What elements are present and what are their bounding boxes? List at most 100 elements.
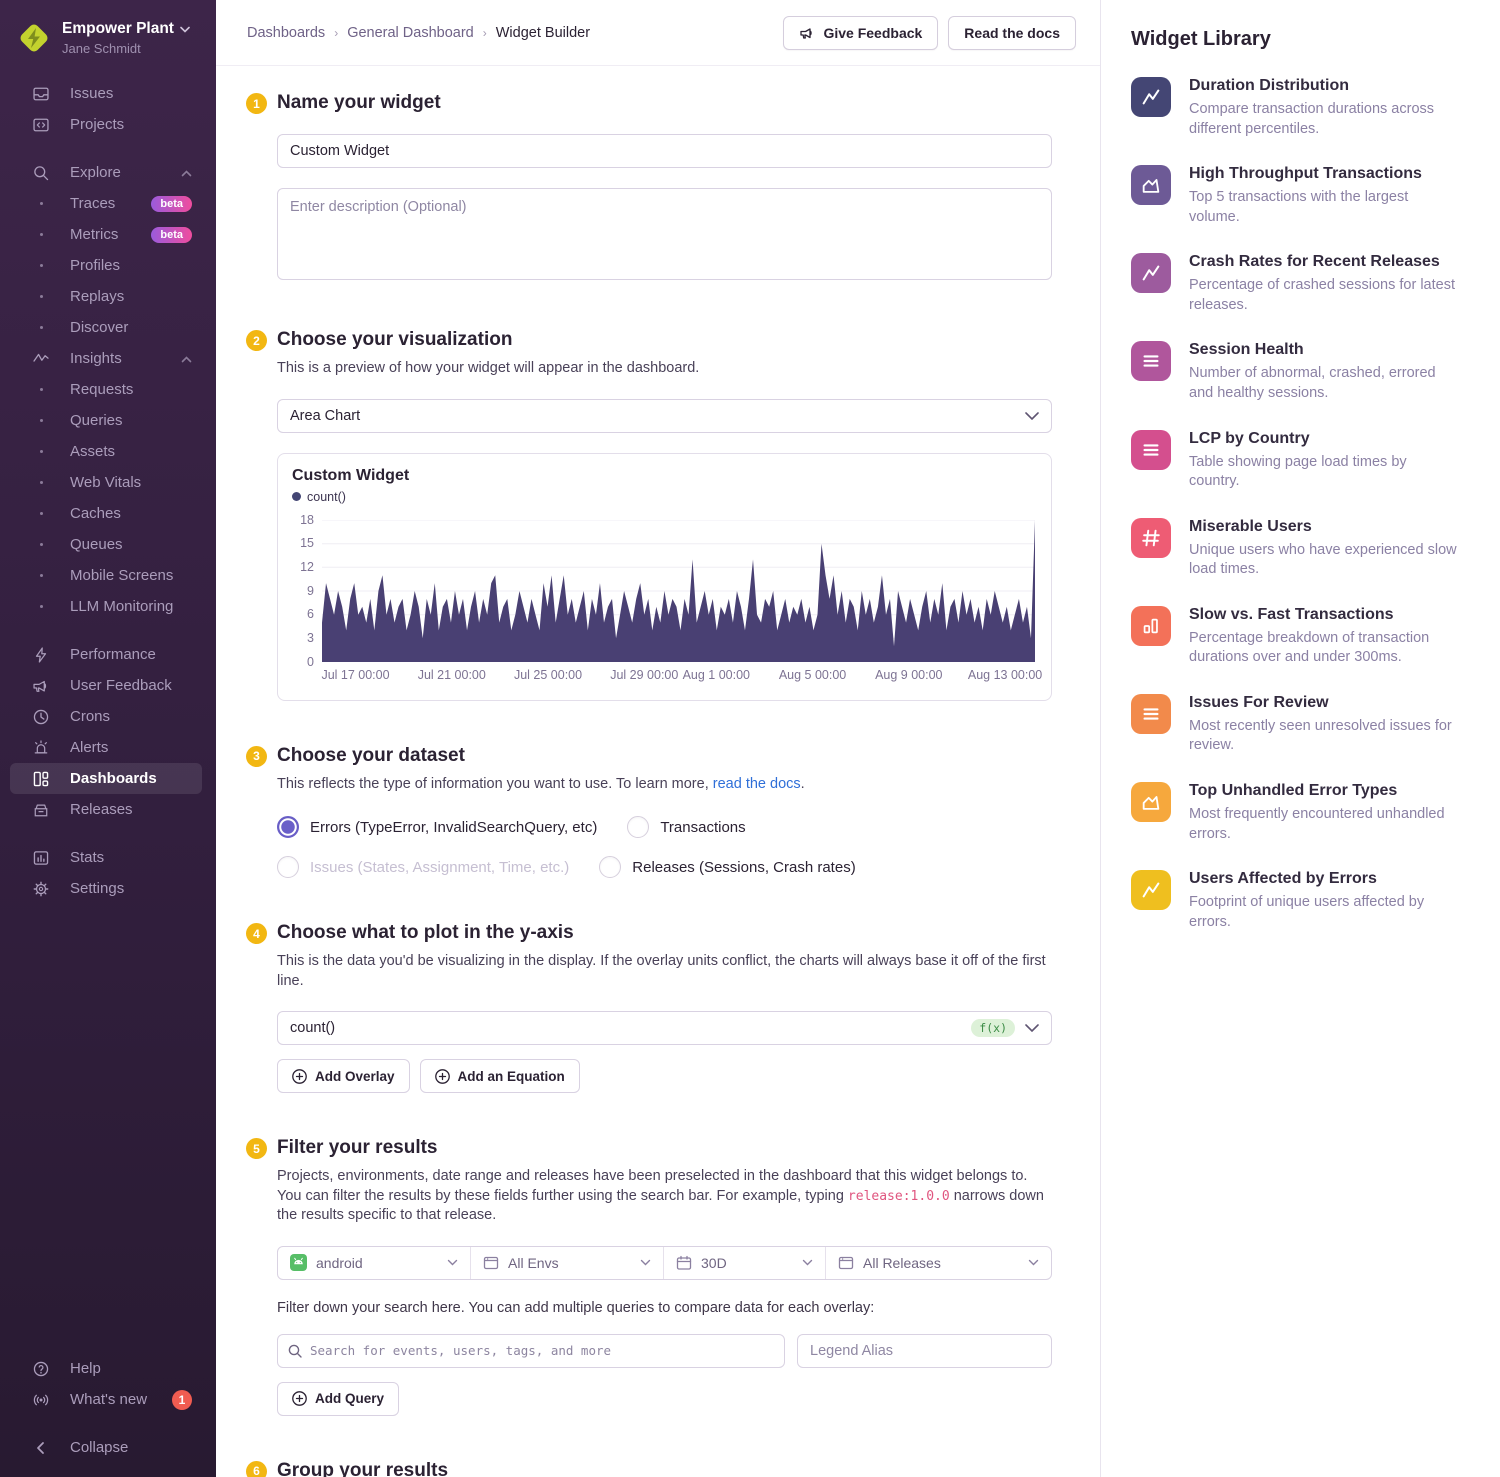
sidebar-item-metrics[interactable]: Metricsbeta (10, 219, 202, 250)
breadcrumb-link[interactable]: General Dashboard (347, 25, 474, 41)
radio-unselected[interactable] (627, 816, 649, 838)
sidebar-item-crons[interactable]: Crons (10, 701, 202, 732)
sidebar-item-replays[interactable]: Replays (10, 281, 202, 312)
bullet-icon (32, 412, 50, 430)
dataset-radio-group: Errors (TypeError, InvalidSearchQuery, e… (277, 816, 1052, 878)
sidebar-item-dashboards[interactable]: Dashboards (10, 763, 202, 794)
widget-library-item-duration-distribution[interactable]: Duration DistributionCompare transaction… (1131, 77, 1460, 139)
widget-library-item-crash-rates-for-recent-releases[interactable]: Crash Rates for Recent ReleasesPercentag… (1131, 253, 1460, 315)
sidebar-footer-what-s-new[interactable]: What's new1 (10, 1384, 202, 1415)
sidebar-item-discover[interactable]: Discover (10, 312, 202, 343)
visualization-select[interactable]: Area Chart (277, 399, 1052, 433)
sidebar-footer-help[interactable]: Help (10, 1353, 202, 1384)
android-icon (290, 1254, 307, 1271)
step-dataset: 3 Choose your dataset This reflects the … (247, 745, 1052, 879)
y-axis-function-select[interactable]: count() f(x) (277, 1011, 1052, 1045)
widget-library-item-lcp-by-country[interactable]: LCP by CountryTable showing page load ti… (1131, 430, 1460, 492)
widget-description-textarea[interactable] (277, 188, 1052, 280)
sidebar-footer-collapse[interactable]: Collapse (10, 1432, 202, 1463)
sidebar-item-alerts[interactable]: Alerts (10, 732, 202, 763)
sidebar-item-label: Insights (70, 350, 122, 367)
bullet-dot (40, 388, 43, 391)
legend-label: count() (307, 490, 346, 504)
filter-30d[interactable]: 30D (664, 1247, 826, 1279)
widget-library-item-users-affected-by-errors[interactable]: Users Affected by ErrorsFootprint of uni… (1131, 870, 1460, 932)
bullet-icon (32, 257, 50, 275)
bullet-icon (32, 598, 50, 616)
legend-alias-input[interactable] (797, 1334, 1052, 1368)
bullet-dot (40, 512, 43, 515)
sidebar-item-mobile-screens[interactable]: Mobile Screens (10, 560, 202, 591)
sidebar-item-label: User Feedback (70, 677, 172, 694)
add-query-button[interactable]: Add Query (277, 1382, 399, 1416)
sidebar-footer: HelpWhat's new1 Collapse (0, 1353, 216, 1463)
widget-library-item-session-health[interactable]: Session HealthNumber of abnormal, crashe… (1131, 341, 1460, 403)
beta-badge: beta (151, 196, 192, 212)
sidebar-item-settings[interactable]: Settings (10, 873, 202, 904)
step-title: Choose your visualization (277, 329, 1052, 351)
sidebar-item-assets[interactable]: Assets (10, 436, 202, 467)
dataset-option-releases[interactable]: Releases (Sessions, Crash rates) (599, 856, 855, 878)
bullet-icon (32, 319, 50, 337)
filter-all-releases[interactable]: All Releases (826, 1247, 1051, 1279)
bullet-dot (40, 574, 43, 577)
widget-name-input[interactable] (277, 134, 1052, 168)
sidebar-item-label: Requests (70, 381, 133, 398)
breadcrumb-link[interactable]: Dashboards (247, 25, 325, 41)
filter-all-envs[interactable]: All Envs (471, 1247, 664, 1279)
widget-library-item-issues-for-review[interactable]: Issues For ReviewMost recently seen unre… (1131, 694, 1460, 756)
sidebar-item-insights[interactable]: Insights (10, 343, 202, 374)
main-header: Dashboards›General Dashboard›Widget Buil… (216, 0, 1100, 66)
sidebar-item-queries[interactable]: Queries (10, 405, 202, 436)
sidebar-item-performance[interactable]: Performance (10, 639, 202, 670)
sidebar-item-stats[interactable]: Stats (10, 842, 202, 873)
add-equation-button[interactable]: Add an Equation (420, 1059, 580, 1093)
dataset-option-transactions[interactable]: Transactions (627, 816, 745, 838)
step-number-badge: 3 (246, 746, 267, 767)
widget-library-item-desc: Unique users who have experienced slow l… (1189, 541, 1460, 580)
sidebar-item-web-vitals[interactable]: Web Vitals (10, 467, 202, 498)
window-icon (483, 1255, 499, 1271)
beta-badge: beta (151, 227, 192, 243)
widget-library-item-high-throughput-transactions[interactable]: High Throughput TransactionsTop 5 transa… (1131, 165, 1460, 227)
widget-library-item-title: Duration Distribution (1189, 77, 1460, 95)
radio-unselected[interactable] (599, 856, 621, 878)
widget-library-item-top-unhandled-error-types[interactable]: Top Unhandled Error TypesMost frequently… (1131, 782, 1460, 844)
breadcrumb-separator: › (483, 26, 487, 40)
sidebar-item-issues[interactable]: Issues (10, 78, 202, 109)
sidebar-item-queues[interactable]: Queues (10, 529, 202, 560)
search-input[interactable] (310, 1343, 774, 1358)
sidebar-item-releases[interactable]: Releases (10, 794, 202, 825)
sidebar-item-profiles[interactable]: Profiles (10, 250, 202, 281)
filter-android[interactable]: android (278, 1247, 471, 1279)
sidebar-item-right: beta (151, 196, 192, 212)
sidebar-item-traces[interactable]: Tracesbeta (10, 188, 202, 219)
give-feedback-button[interactable]: Give Feedback (783, 16, 938, 50)
bullet-icon (32, 443, 50, 461)
calendar-icon (676, 1255, 692, 1271)
sidebar-item-projects[interactable]: Projects (10, 109, 202, 140)
sidebar-item-user-feedback[interactable]: User Feedback (10, 670, 202, 701)
hash-icon (1131, 518, 1171, 558)
projects-icon (32, 116, 50, 134)
sidebar-item-requests[interactable]: Requests (10, 374, 202, 405)
widget-library-list: Duration DistributionCompare transaction… (1131, 77, 1460, 932)
widget-library-item-miserable-users[interactable]: Miserable UsersUnique users who have exp… (1131, 518, 1460, 580)
sidebar-item-explore[interactable]: Explore (10, 157, 202, 188)
sidebar-item-llm-monitoring[interactable]: LLM Monitoring (10, 591, 202, 622)
stats-icon (32, 849, 50, 867)
read-docs-button[interactable]: Read the docs (948, 16, 1076, 50)
bullet-icon (32, 226, 50, 244)
dataset-option-errors[interactable]: Errors (TypeError, InvalidSearchQuery, e… (277, 816, 597, 838)
widget-library-item-text: Top Unhandled Error TypesMost frequently… (1189, 782, 1460, 844)
org-switcher[interactable]: Empower Plant Jane Schmidt (0, 14, 216, 70)
sidebar-nav: IssuesProjects ExploreTracesbetaMetricsbe… (0, 70, 216, 1353)
sidebar-item-label: Collapse (70, 1439, 128, 1456)
read-docs-link[interactable]: read the docs (713, 776, 801, 792)
radio-label: Releases (Sessions, Crash rates) (632, 859, 855, 876)
sidebar-item-caches[interactable]: Caches (10, 498, 202, 529)
add-overlay-button[interactable]: Add Overlay (277, 1059, 410, 1093)
radio-selected[interactable] (277, 816, 299, 838)
app-root: Empower Plant Jane Schmidt IssuesProject… (0, 0, 1500, 1477)
widget-library-item-slow-vs-fast-transactions[interactable]: Slow vs. Fast TransactionsPercentage bre… (1131, 606, 1460, 668)
